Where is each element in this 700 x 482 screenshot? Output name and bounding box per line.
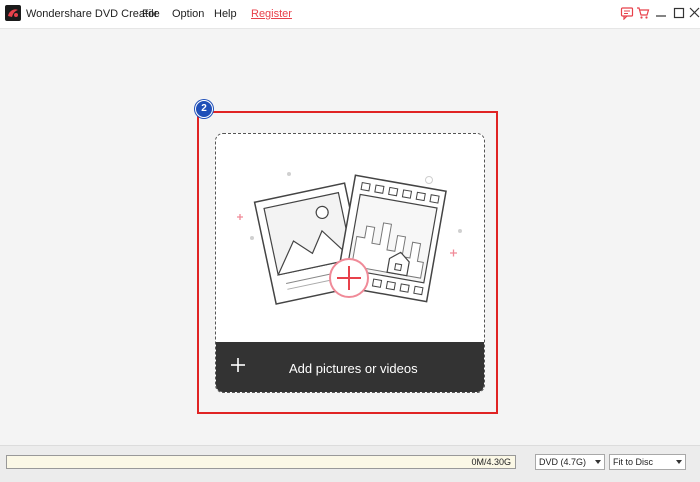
chevron-down-icon — [676, 460, 682, 464]
menu-file[interactable]: File — [142, 8, 160, 20]
media-drop-zone[interactable]: Add pictures or videos — [215, 133, 485, 393]
feedback-icon[interactable] — [620, 6, 634, 20]
close-icon[interactable] — [688, 6, 700, 20]
cart-icon[interactable] — [636, 6, 650, 20]
plus-icon — [231, 358, 245, 372]
maximize-icon[interactable] — [672, 6, 686, 20]
disc-capacity-bar: 0M/4.30G — [6, 455, 516, 469]
menu-option[interactable]: Option — [172, 8, 204, 20]
fit-mode-select[interactable]: Fit to Disc — [609, 454, 686, 470]
menu-help[interactable]: Help — [214, 8, 237, 20]
workspace: 2 Add pictures or videos — [0, 29, 700, 445]
add-media-label: Add pictures or videos — [289, 361, 418, 376]
status-bar: 0M/4.30G DVD (4.7G) Fit to Disc — [0, 445, 700, 482]
media-illustration-icon — [237, 172, 462, 305]
disc-type-value: DVD (4.7G) — [539, 457, 587, 467]
fit-mode-value: Fit to Disc — [613, 457, 654, 467]
disc-type-select[interactable]: DVD (4.7G) — [535, 454, 605, 470]
step-badge: 2 — [195, 100, 213, 118]
chevron-down-icon — [595, 460, 601, 464]
title-bar: Wondershare DVD Creator File Option Help… — [0, 0, 700, 29]
app-title: Wondershare DVD Creator — [26, 8, 158, 20]
menu-register[interactable]: Register — [251, 8, 292, 20]
app-logo-icon — [5, 5, 21, 21]
add-media-button[interactable]: Add pictures or videos — [216, 342, 484, 392]
capacity-readout: 0M/4.30G — [471, 457, 511, 467]
minimize-icon[interactable] — [654, 6, 668, 20]
